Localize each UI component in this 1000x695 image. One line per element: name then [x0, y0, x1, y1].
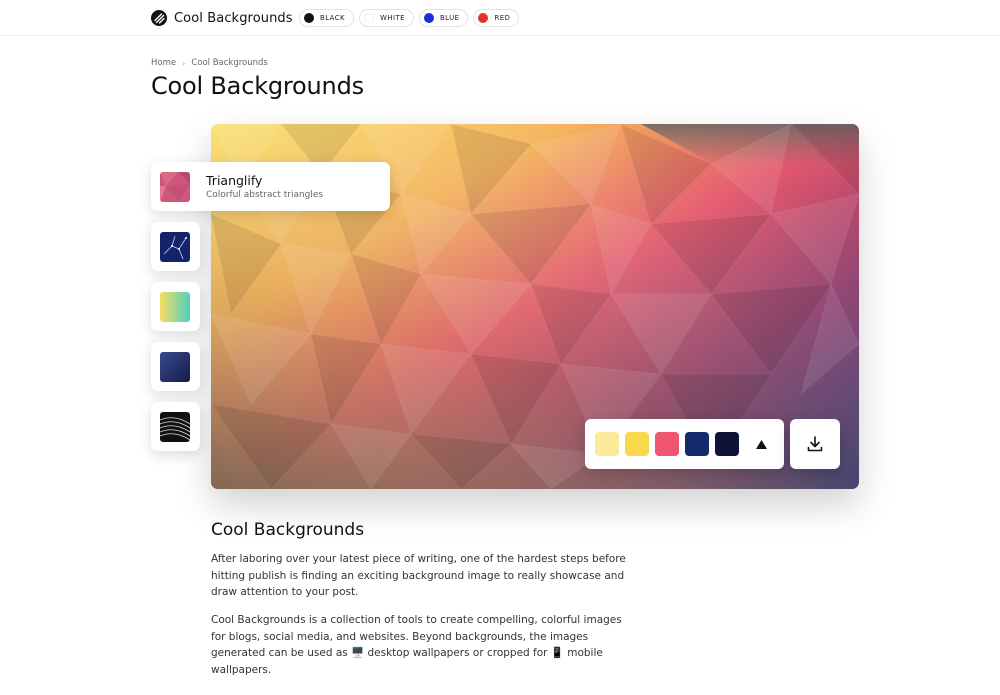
- palette-swatch-1[interactable]: [595, 432, 619, 456]
- breadcrumb-separator: ›: [182, 58, 186, 68]
- black-dot-icon: [304, 13, 314, 23]
- breadcrumb: Home › Cool Backgrounds: [151, 58, 268, 68]
- filter-white-label: WHITE: [380, 14, 405, 22]
- filter-red-chip[interactable]: RED: [473, 9, 520, 27]
- filter-blue-chip[interactable]: BLUE: [418, 9, 469, 27]
- palette-swatch-2[interactable]: [625, 432, 649, 456]
- palette-swatch-4[interactable]: [685, 432, 709, 456]
- article-title: Cool Backgrounds: [211, 520, 365, 540]
- filter-red-label: RED: [494, 14, 511, 22]
- article-paragraph-1: After laboring over your latest piece of…: [211, 553, 626, 598]
- palette-swatch-3[interactable]: [655, 432, 679, 456]
- filter-black-chip[interactable]: BLACK: [299, 9, 355, 27]
- color-palette-panel: [585, 419, 784, 469]
- constellation-thumbnail-icon: [160, 232, 190, 262]
- blue-dot-icon: [423, 13, 434, 23]
- color-filter-group: BLACK WHITE BLUE RED: [299, 9, 520, 27]
- breadcrumb-current-link[interactable]: Cool Backgrounds: [191, 58, 268, 68]
- page-title: Cool Backgrounds: [151, 72, 364, 100]
- dark-gradient-thumbnail-icon: [160, 352, 190, 382]
- palette-swatch-5[interactable]: [715, 432, 739, 456]
- red-dot-icon: [478, 13, 489, 23]
- brand-name: Cool Backgrounds: [174, 10, 293, 26]
- tool-constellation-card[interactable]: [151, 222, 200, 271]
- palette-toggle-button[interactable]: [751, 435, 771, 453]
- tool-gradient-card[interactable]: [151, 282, 200, 331]
- tool-wave-pattern-card[interactable]: [151, 402, 200, 451]
- tool-trianglify-card[interactable]: Trianglify Colorful abstract triangles: [151, 162, 390, 211]
- tool-name: Trianglify: [206, 173, 263, 188]
- white-dot-icon: [364, 13, 375, 23]
- filter-black-label: BLACK: [320, 14, 346, 22]
- brand-home-link[interactable]: Cool Backgrounds: [151, 8, 293, 28]
- download-icon: [807, 436, 823, 452]
- top-navbar: Cool Backgrounds BLACK WHITE BLUE RED: [0, 0, 1000, 36]
- slashes-logo-icon: [151, 10, 167, 26]
- wave-pattern-thumbnail-icon: [160, 412, 190, 442]
- filter-blue-label: BLUE: [439, 14, 460, 22]
- triangle-up-icon: [755, 439, 767, 449]
- filter-white-chip[interactable]: WHITE: [359, 9, 414, 27]
- download-button[interactable]: [790, 419, 840, 469]
- tool-dark-gradient-card[interactable]: [151, 342, 200, 391]
- tool-description: Colorful abstract triangles: [206, 190, 324, 200]
- breadcrumb-home-link[interactable]: Home: [151, 58, 176, 68]
- gradient-thumbnail-icon: [160, 292, 190, 322]
- trianglify-thumbnail-icon: [160, 172, 190, 202]
- article-paragraph-2: Cool Backgrounds is a collection of tool…: [211, 614, 622, 676]
